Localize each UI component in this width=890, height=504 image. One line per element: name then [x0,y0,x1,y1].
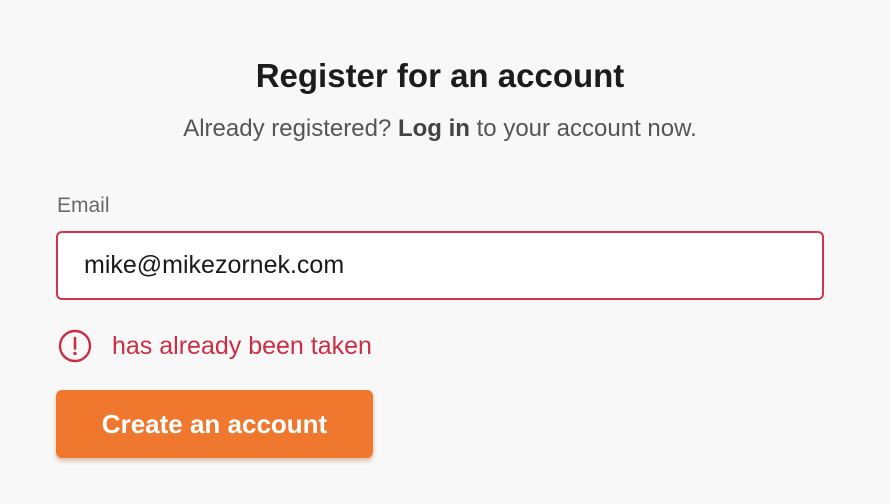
email-error-message: has already been taken [112,332,372,360]
exclamation-circle-icon [58,329,92,363]
register-page: Register for an account Already register… [0,0,890,504]
email-error: has already been taken [58,328,372,364]
email-field[interactable] [56,231,824,300]
create-account-button[interactable]: Create an account [56,390,373,458]
subtitle-prefix: Already registered? [183,115,398,142]
subtitle-suffix: to your account now. [469,115,697,142]
login-link[interactable]: Log in [398,115,470,142]
page-title: Register for an account [255,57,625,94]
page-subtitle: Already registered? Log in to your accou… [0,112,880,146]
email-label: Email [57,194,110,217]
